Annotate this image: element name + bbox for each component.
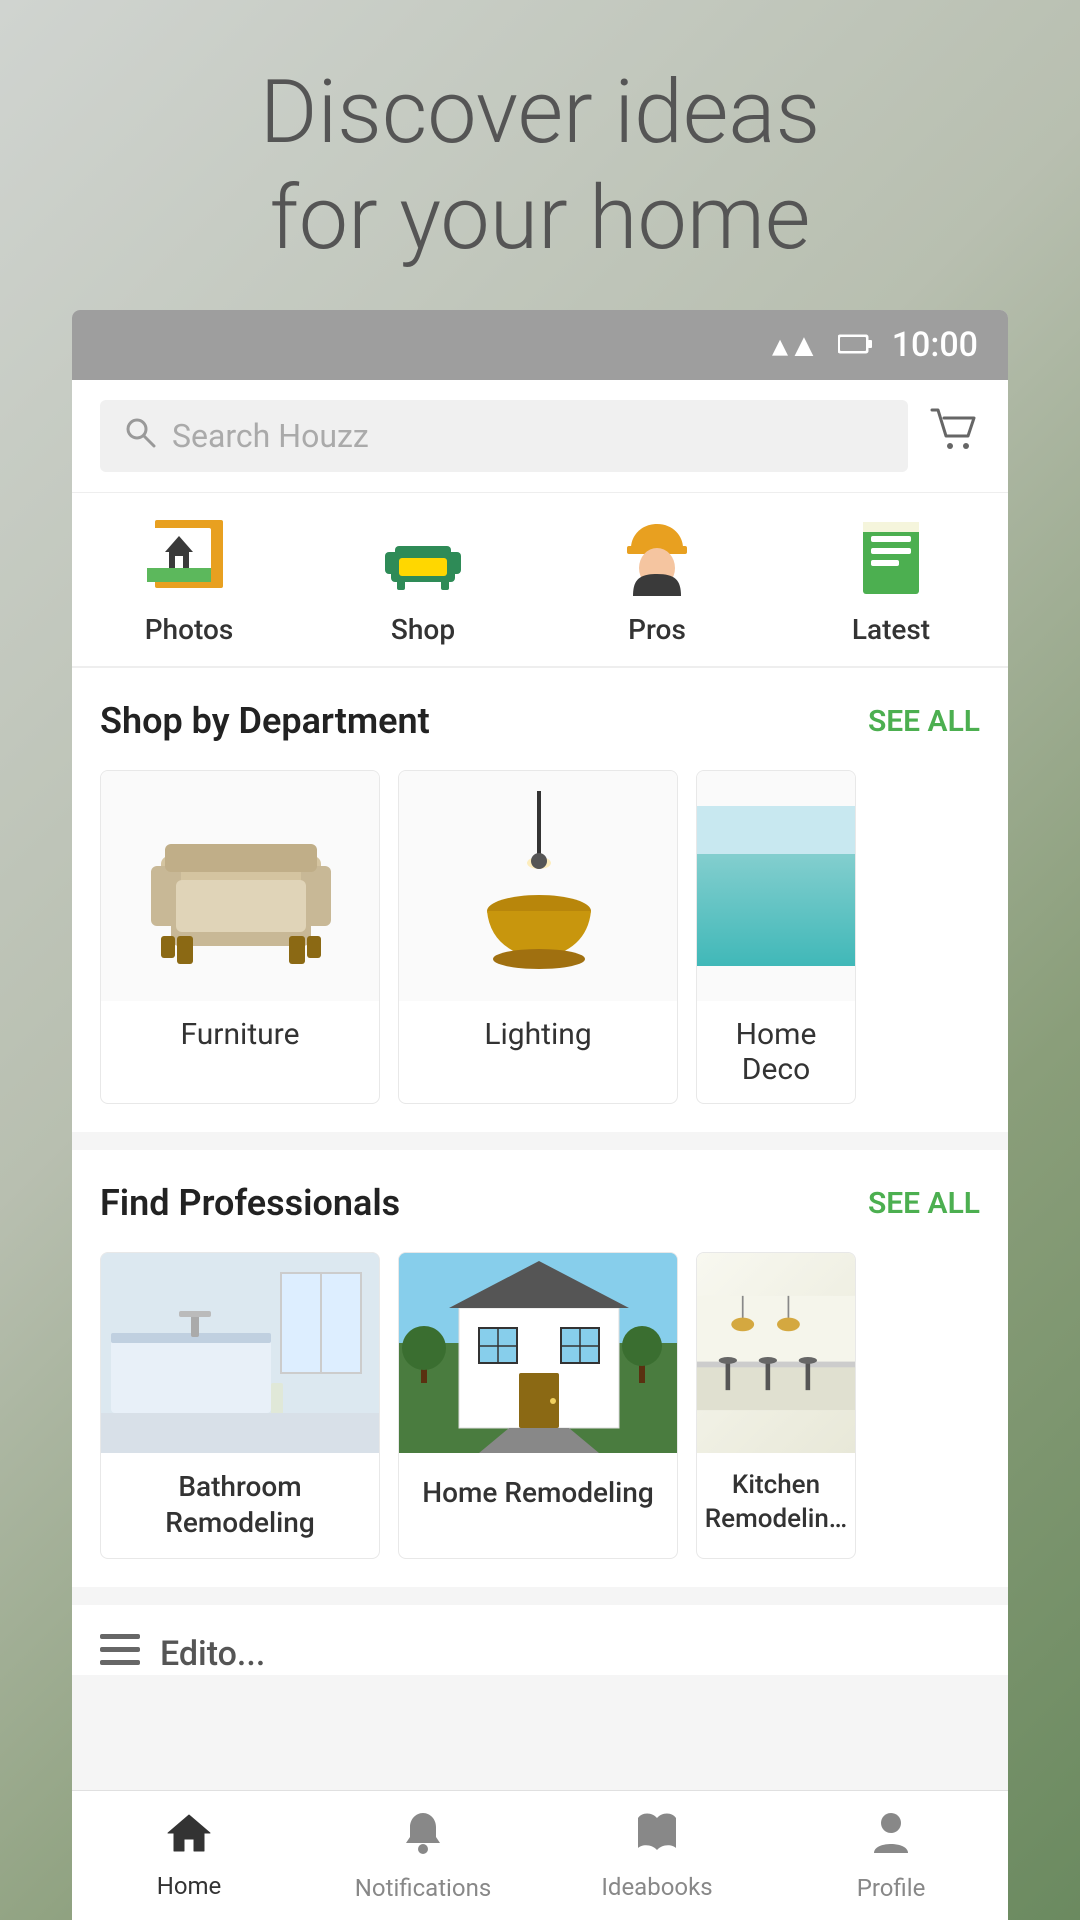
tab-ideabooks[interactable]: Ideabooks [540,1791,774,1920]
app-frame: ▴▲ 10:00 Search Houzz [72,310,1008,1920]
dept-card-lighting[interactable]: Lighting [398,770,678,1104]
nav-item-latest[interactable]: Latest [774,513,1008,646]
nav-item-pros[interactable]: Pros [540,513,774,646]
cart-icon[interactable] [928,404,980,468]
pros-section-header: Find Professionals SEE ALL [100,1182,980,1224]
find-pros-section: Find Professionals SEE ALL [72,1150,1008,1587]
homedeco-label: Home Deco [697,1001,855,1103]
home-remodel-label: Home Remodeling [399,1453,677,1533]
nav-label-pros: Pros [628,613,686,646]
kitchen-label: KitchenRemodelin… [697,1453,855,1553]
notifications-tab-icon [402,1809,444,1866]
pros-section-title: Find Professionals [100,1182,400,1224]
tab-ideabooks-label: Ideabooks [601,1873,712,1901]
home-tab-icon [166,1811,212,1864]
homedeco-image [697,771,856,1001]
dept-card-furniture[interactable]: Furniture [100,770,380,1104]
partial-section: Edito... [72,1605,1008,1675]
tab-home[interactable]: Home [72,1791,306,1920]
pro-card-kitchen[interactable]: KitchenRemodelin… [696,1252,856,1559]
wifi-icon: ▴▲ [772,326,820,364]
bathroom-label: Bathroom Remodeling [101,1453,379,1558]
hamburger-icon [100,1633,140,1675]
hero-section: Discover ideas for your home [0,60,1080,271]
nav-label-shop: Shop [391,613,455,646]
dept-section-header: Shop by Department SEE ALL [100,700,980,742]
tab-notifications[interactable]: Notifications [306,1791,540,1920]
furniture-label: Furniture [101,1001,379,1068]
nav-label-photos: Photos [145,613,234,646]
profile-tab-icon [870,1809,912,1866]
nav-item-photos[interactable]: Photos [72,513,306,646]
dept-cards: Furniture [100,770,980,1104]
scroll-content[interactable]: Shop by Department SEE ALL [72,668,1008,1790]
lighting-label: Lighting [399,1001,677,1068]
dept-card-homedeco[interactable]: Home Deco [696,770,856,1104]
kitchen-image [697,1253,856,1453]
tab-profile[interactable]: Profile [774,1791,1008,1920]
pros-icon [612,513,702,603]
search-icon [124,416,156,456]
pro-cards: Bathroom Remodeling [100,1252,980,1559]
tab-home-label: Home [157,1872,222,1900]
dept-section-title: Shop by Department [100,700,430,742]
tab-notifications-label: Notifications [355,1874,491,1902]
photos-icon [144,513,234,603]
search-area: Search Houzz [72,380,1008,493]
hero-title: Discover ideas for your home [80,60,1000,271]
latest-icon [846,513,936,603]
app-content: Search Houzz [72,380,1008,1920]
furniture-image [101,771,380,1001]
search-placeholder: Search Houzz [172,417,369,455]
bathroom-image [101,1253,380,1453]
battery-icon [838,329,874,362]
ideabooks-tab-icon [634,1810,680,1865]
pros-see-all[interactable]: SEE ALL [868,1186,980,1221]
search-bar[interactable]: Search Houzz [100,400,908,472]
nav-label-latest: Latest [852,613,930,646]
shop-icon [378,513,468,603]
pro-card-home-remodel[interactable]: Home Remodeling [398,1252,678,1559]
nav-item-shop[interactable]: Shop [306,513,540,646]
partial-section-title: Edito... [160,1634,265,1674]
lighting-image [399,771,678,1001]
tab-bar: Home Notifications Ideabooks [72,1790,1008,1920]
pro-card-bathroom[interactable]: Bathroom Remodeling [100,1252,380,1559]
home-remodel-image [399,1253,678,1453]
tab-profile-label: Profile [857,1874,926,1902]
status-bar: ▴▲ 10:00 [72,310,1008,380]
dept-see-all[interactable]: SEE ALL [868,704,980,739]
quick-nav: Photos [72,493,1008,668]
status-time: 10:00 [892,325,978,365]
shop-by-dept-section: Shop by Department SEE ALL [72,668,1008,1132]
